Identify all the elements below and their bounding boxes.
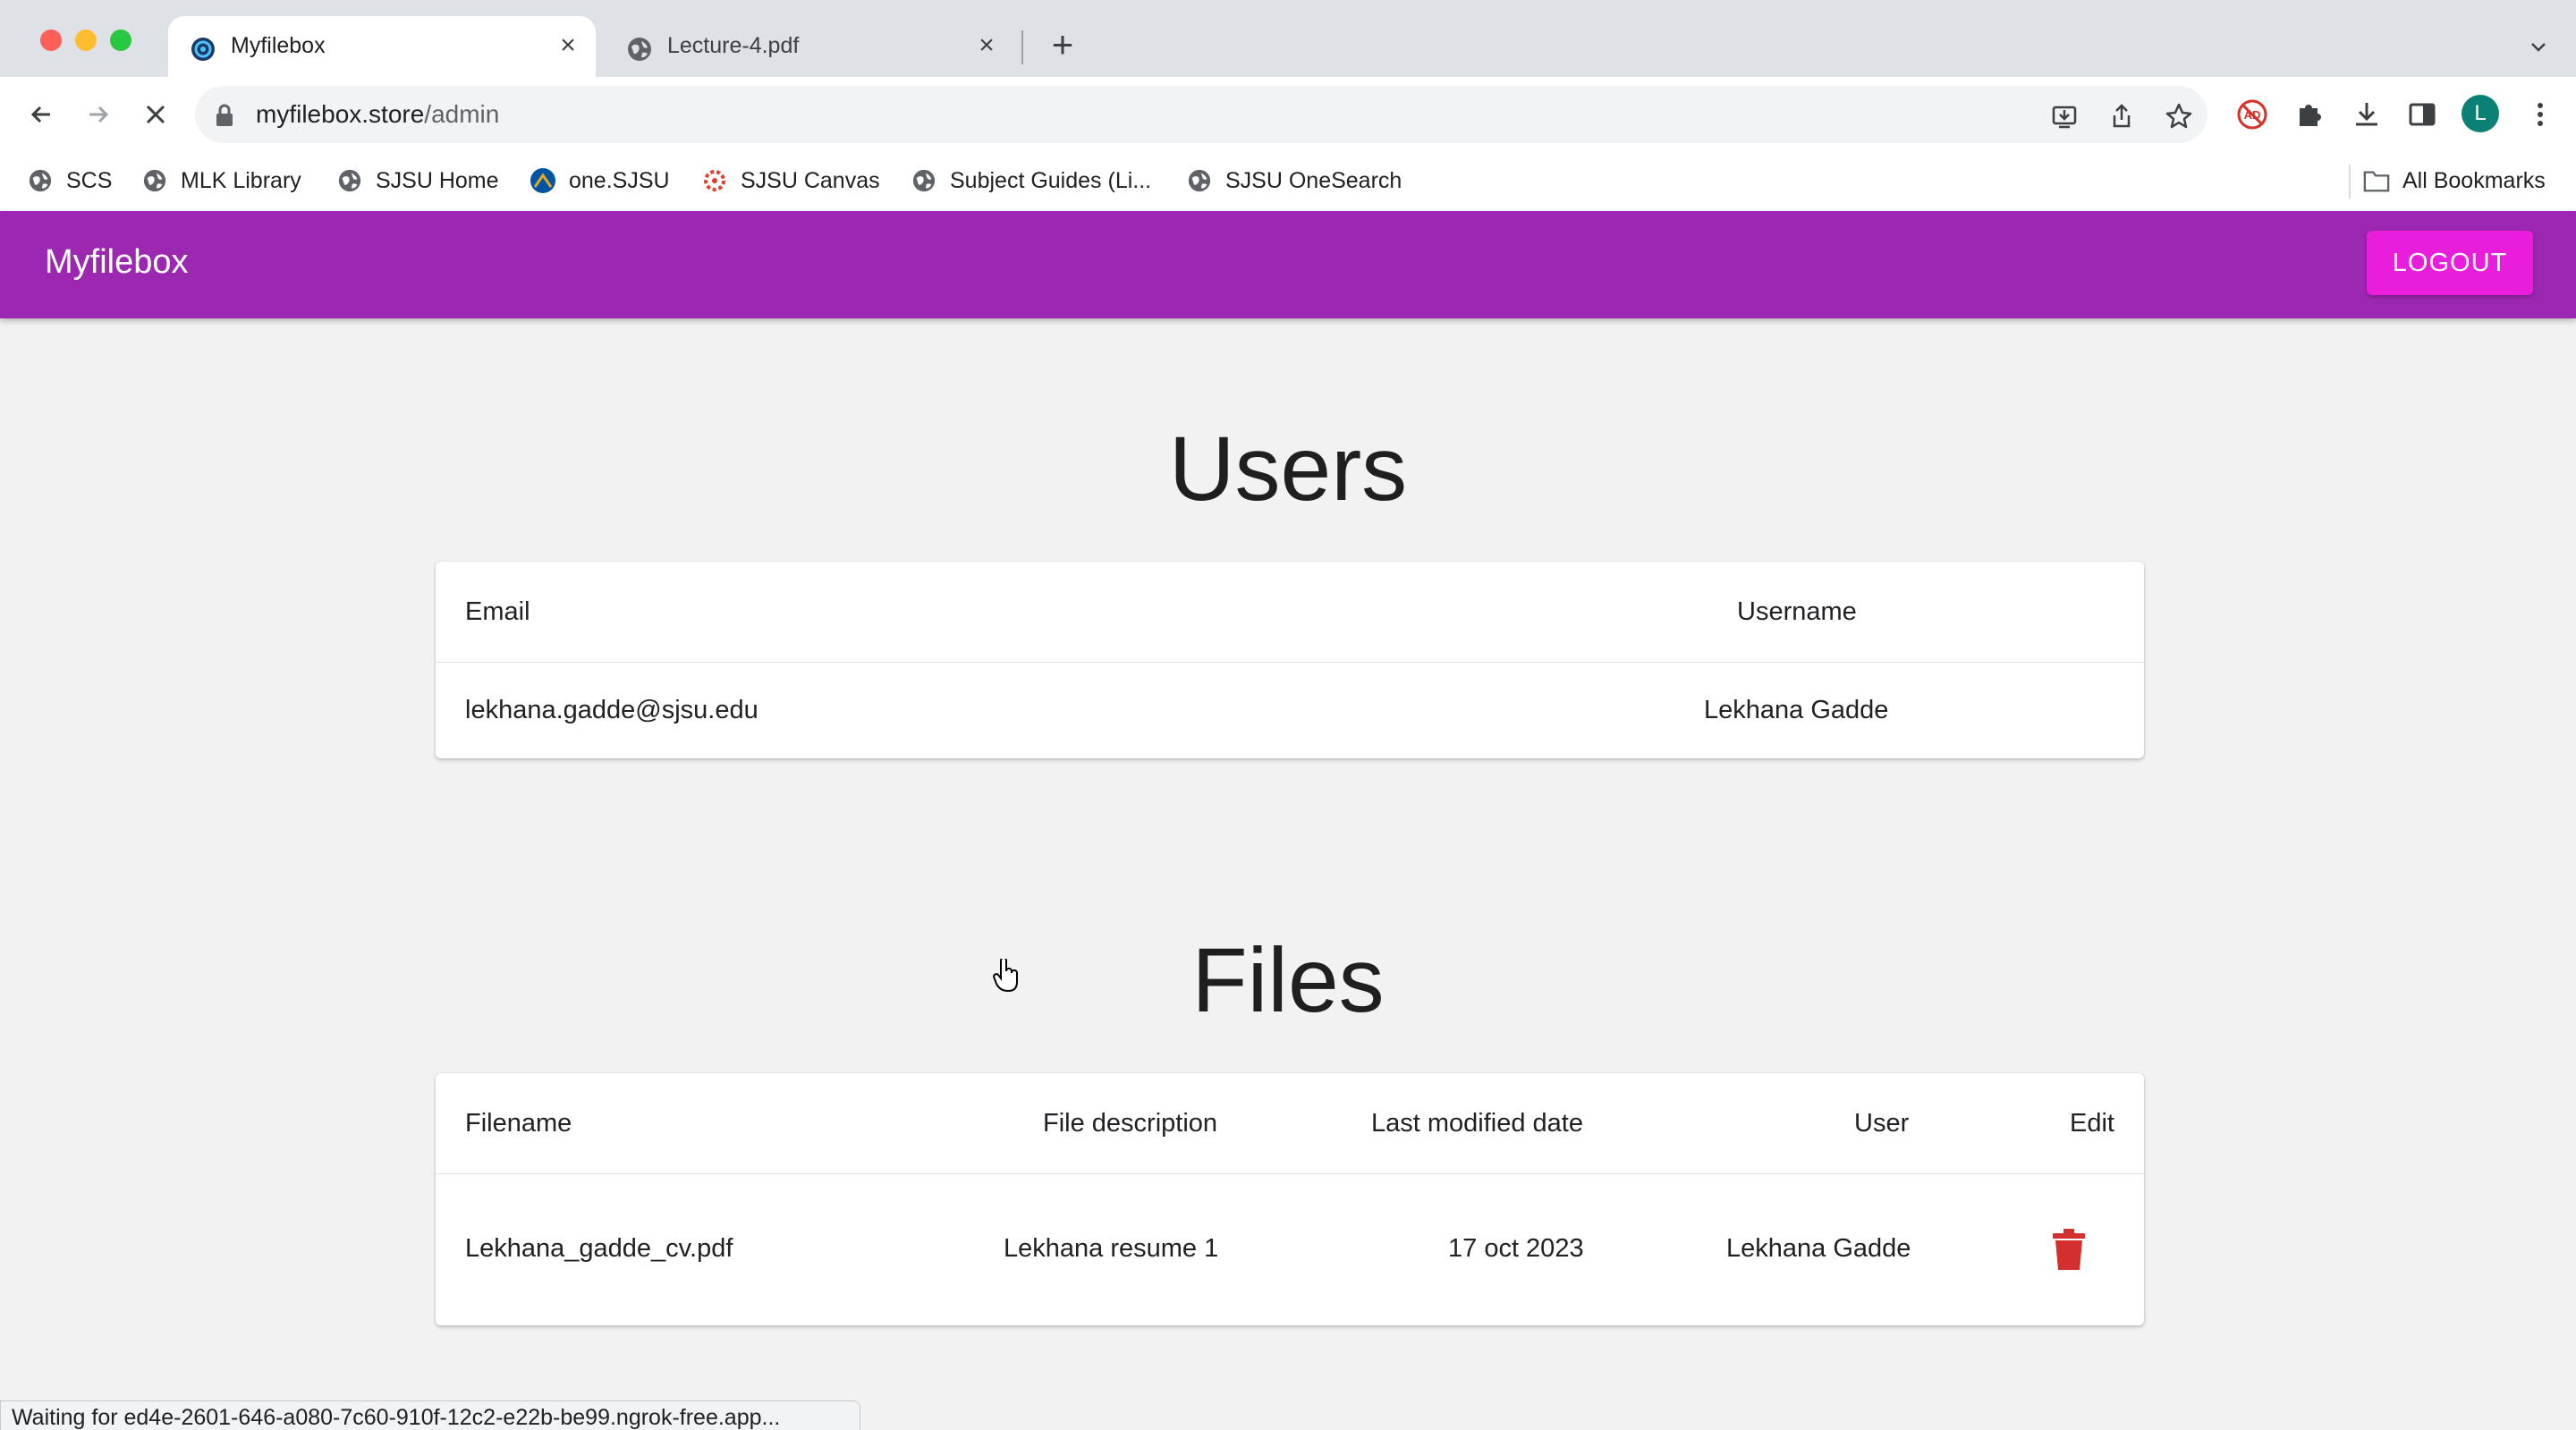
column-header-edit: Edit	[2070, 1109, 2114, 1138]
side-panel-icon[interactable]	[2404, 97, 2440, 132]
bookmark-one-sjsu[interactable]: one.SJSU	[530, 163, 670, 199]
table-row: Lekhana_gadde_cv.pdf Lekhana resume 1 17…	[436, 1173, 2144, 1325]
globe-icon	[27, 167, 54, 194]
table-row: lekhana.gadde@sjsu.edu Lekhana Gadde	[436, 662, 2144, 758]
bookmark-label: MLK Library	[181, 167, 301, 193]
column-header-file-description: File description	[1043, 1109, 1218, 1138]
back-arrow-icon[interactable]	[21, 95, 61, 134]
app-brand[interactable]: Myfilebox	[45, 243, 189, 282]
user-email: lekhana.gadde@sjsu.edu	[465, 696, 758, 724]
folder-icon	[2363, 167, 2390, 194]
bookmark-label: SCS	[66, 167, 113, 193]
onesjsu-icon	[530, 167, 556, 194]
hand-cursor-icon	[993, 959, 1018, 993]
column-header-user: User	[1854, 1109, 1910, 1138]
window-close-button[interactable]	[40, 30, 62, 51]
url-path: /admin	[424, 100, 500, 128]
address-bar[interactable]: myfilebox.store/admin	[195, 86, 2207, 143]
tab-strip: Myfilebox × Lecture-4.pdf × +	[0, 0, 2576, 77]
bookmark-sjsu-onesearch[interactable]: SJSU OneSearch	[1186, 163, 1402, 199]
file-user: Lekhana Gadde	[1726, 1234, 1911, 1263]
bookmark-sjsu-home[interactable]: SJSU Home	[336, 163, 499, 199]
tab-lecture-pdf[interactable]: Lecture-4.pdf ×	[605, 16, 1014, 77]
tab-separator	[1021, 30, 1023, 64]
logout-button[interactable]: LOGOUT	[2367, 231, 2533, 295]
bookmark-subject-guides[interactable]: Subject Guides (Li...	[911, 163, 1151, 199]
column-header-email: Email	[465, 597, 530, 626]
status-text: Waiting for ed4e-2601-646-a080-7c60-910f…	[12, 1405, 781, 1430]
downloads-icon[interactable]	[2349, 97, 2385, 132]
forward-arrow-icon[interactable]	[79, 95, 118, 134]
extensions-puzzle-icon[interactable]	[2292, 97, 2327, 132]
user-username: Lekhana Gadde	[1704, 696, 1889, 724]
browser-menu-icon[interactable]	[2522, 97, 2558, 132]
all-bookmarks-label: All Bookmarks	[2402, 167, 2546, 193]
tab-myfilebox[interactable]: Myfilebox ×	[168, 16, 596, 77]
canvas-icon	[701, 167, 728, 194]
url-host: myfilebox.store	[256, 100, 425, 128]
install-app-icon[interactable]	[2048, 100, 2080, 132]
globe-icon	[1186, 167, 1213, 194]
column-header-username: Username	[1737, 597, 1857, 626]
app-header: Myfilebox LOGOUT	[0, 211, 2576, 318]
close-tab-icon[interactable]: ×	[971, 30, 1002, 61]
bookmark-label: SJSU Canvas	[741, 167, 880, 193]
table-header-row: Filename File description Last modified …	[436, 1073, 2144, 1174]
users-table: Email Username lekhana.gadde@sjsu.edu Le…	[436, 562, 2144, 758]
table-header-row: Email Username	[436, 562, 2144, 663]
url-text[interactable]: myfilebox.store/admin	[256, 100, 499, 129]
file-modified-date: 17 oct 2023	[1448, 1234, 1584, 1263]
files-table: Filename File description Last modified …	[436, 1073, 2144, 1325]
all-bookmarks-button[interactable]: All Bookmarks	[2363, 163, 2546, 199]
bookmarks-bar: SCS MLK Library SJSU Home one.SJSU SJSU …	[0, 152, 2576, 212]
adblock-extension-icon[interactable]: AD	[2234, 97, 2270, 132]
trash-icon[interactable]	[2051, 1229, 2087, 1270]
browser-toolbar: myfilebox.store/admin AD L	[0, 77, 2576, 152]
bookmark-mlk-library[interactable]: MLK Library	[141, 163, 301, 199]
tab-search-chevron-icon[interactable]	[2522, 30, 2555, 63]
profile-avatar[interactable]: L	[2462, 95, 2499, 132]
bookmark-label: one.SJSU	[569, 167, 670, 193]
bookmarks-separator	[2349, 165, 2351, 199]
globe-icon	[911, 167, 937, 194]
myfilebox-favicon-icon	[191, 38, 215, 61]
bookmark-sjsu-canvas[interactable]: SJSU Canvas	[701, 163, 880, 199]
globe-icon	[628, 38, 651, 61]
column-header-last-modified: Last modified date	[1371, 1109, 1583, 1138]
globe-icon	[141, 167, 168, 194]
file-name: Lekhana_gadde_cv.pdf	[465, 1234, 733, 1263]
stop-loading-icon[interactable]	[136, 95, 175, 134]
bookmark-label: SJSU OneSearch	[1225, 167, 1402, 193]
files-title: Files	[1191, 929, 1385, 1031]
bookmark-label: SJSU Home	[376, 167, 499, 193]
bookmark-scs[interactable]: SCS	[27, 163, 112, 199]
tab-title: Lecture-4.pdf	[667, 33, 800, 58]
column-header-filename: Filename	[465, 1109, 572, 1138]
share-icon[interactable]	[2106, 100, 2138, 132]
file-description: Lekhana resume 1	[1004, 1234, 1219, 1263]
users-title: Users	[1168, 418, 1408, 520]
close-tab-icon[interactable]: ×	[553, 30, 583, 61]
globe-icon	[336, 167, 363, 194]
tab-title: Myfilebox	[231, 33, 326, 58]
bookmark-star-icon[interactable]	[2163, 100, 2195, 132]
new-tab-icon[interactable]: +	[1045, 26, 1080, 63]
lock-icon[interactable]	[215, 104, 234, 127]
window-zoom-button[interactable]	[110, 30, 131, 51]
window-minimize-button[interactable]	[75, 30, 97, 51]
bookmark-label: Subject Guides (Li...	[950, 167, 1152, 193]
status-bubble: Waiting for ed4e-2601-646-a080-7c60-910f…	[0, 1400, 860, 1430]
